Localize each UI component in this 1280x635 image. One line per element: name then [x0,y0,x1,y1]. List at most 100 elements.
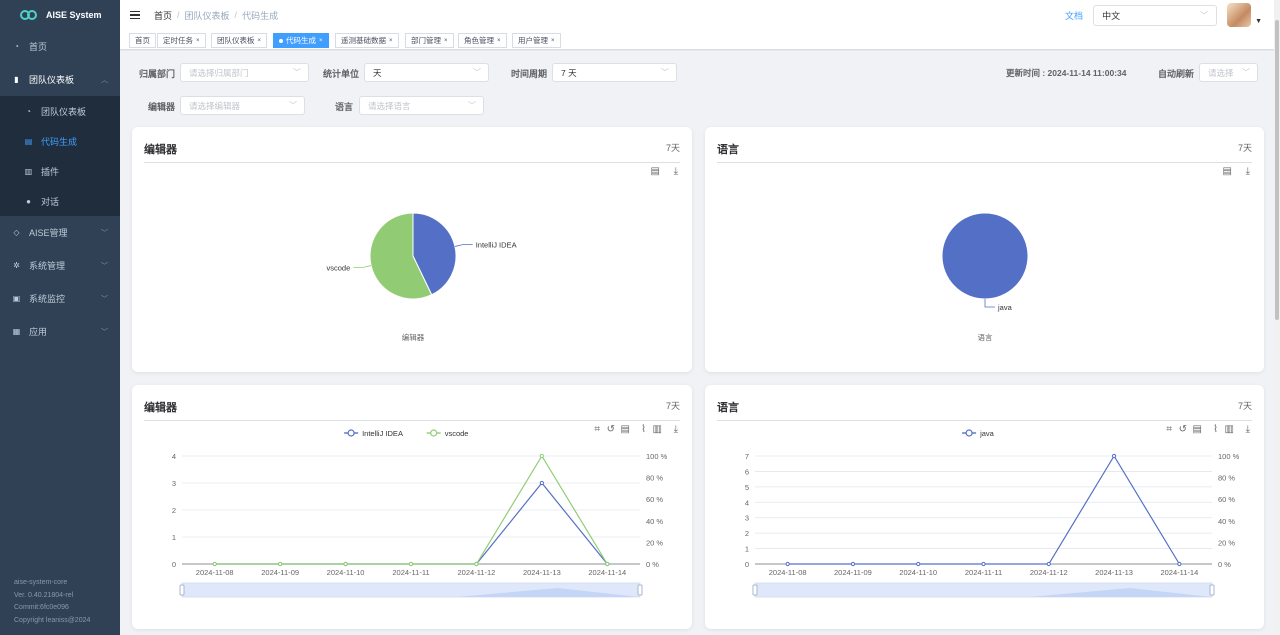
chevron-down-icon: ﹀ [1242,68,1250,77]
refresh-label: 自动刷新 [1158,69,1195,79]
tag-home[interactable]: 首页 [129,33,156,48]
sidebar-item-aise-mgmt[interactable]: ◇ AISE管理 ﹀ [0,216,120,249]
y-tick-label: 0 [745,560,749,569]
y-tick-label: 1 [172,533,176,542]
chevron-down-icon: ﹀ [289,101,297,110]
y2-tick-label: 60 % [646,495,663,504]
data-point [539,453,544,459]
data-point [1111,453,1117,459]
sidebar-item-system-monitor[interactable]: ▣ 系统监控 ﹀ [0,282,120,315]
page-scrollbar[interactable] [1274,0,1280,635]
y-tick-label: 2 [172,506,176,515]
refresh-select[interactable]: 请选择 ﹀ [1199,63,1258,82]
data-point [916,561,921,567]
dept-placeholder: 请选择归属部门 [189,67,249,78]
doc-link[interactable]: 文档 [1065,9,1083,22]
language-select[interactable]: 中文 ﹀ [1093,4,1218,26]
y2-tick-label: 100 % [1218,452,1240,461]
close-icon[interactable]: × [196,38,200,44]
tag-dept-mgmt[interactable]: 部门管理 × [405,33,454,48]
avatar[interactable] [1227,3,1252,27]
x-tick-label: 2024-11-12 [458,568,496,577]
unit-label: 统计单位 [323,69,360,79]
sidebar-item-team-dashboard[interactable]: ▮ 团队仪表板 ︿ [0,63,120,96]
tag-label: 定时任务 [163,36,193,45]
pie-label: vscode [327,263,351,272]
datazoom-handle-right [1209,584,1215,596]
version-info: aise-system-core Ver. 0.40.21804-rel Com… [14,577,90,627]
close-icon[interactable]: × [497,38,501,44]
pie-slice [941,212,1029,300]
legend-marker [965,429,973,437]
breadcrumb-item[interactable]: 团队仪表板 [185,9,230,22]
x-tick-label: 2024-11-10 [327,568,365,577]
editor-pie-chart: IntelliJ IDEA vscode 编辑器 [327,212,517,342]
x-tick-label: 2024-11-09 [834,568,872,577]
cube-icon: ◇ [13,228,20,237]
tag-label: 遥测基础数据 [341,36,386,45]
y-tick-label: 2 [745,529,749,538]
breadcrumb-separator: / [234,10,238,20]
legend-label: vscode [445,429,469,438]
breadcrumb-item[interactable]: 首页 [154,9,172,22]
hamburger-icon[interactable] [130,11,140,19]
chevron-down-icon: ﹀ [468,101,476,110]
close-icon[interactable]: × [319,38,323,44]
tag-user-mgmt[interactable]: 用户管理 × [512,33,561,48]
tag-code-gen[interactable]: 代码生成 × [273,33,329,48]
x-tick-label: 2024-11-14 [1160,568,1198,577]
unit-select[interactable]: 天 ﹀ [364,63,489,82]
sidebar-item-code-gen[interactable]: ▤ 代码生成 [0,126,120,156]
legend-marker [430,429,438,437]
editor-placeholder: 请选择编辑器 [189,100,241,111]
x-tick-label: 2024-11-10 [899,568,937,577]
sidebar-item-chat[interactable]: ● 对话 [0,186,120,216]
unit-value: 天 [373,67,382,78]
tag-scheduled-tasks[interactable]: 定时任务 × [157,33,206,48]
tag-label: 首页 [135,36,150,45]
sidebar-item-label: 代码生成 [41,136,78,147]
x-tick-label: 2024-11-11 [965,568,1002,577]
scrollbar-thumb[interactable] [1275,20,1279,320]
version-line: Ver. 0.40.21804-rel [14,591,74,599]
gear-icon: ✲ [13,261,20,270]
tag-telemetry[interactable]: 遥测基础数据 × [335,33,399,48]
pie-label-line [454,244,473,247]
close-icon[interactable]: × [444,38,448,44]
close-icon[interactable]: × [258,38,262,44]
sidebar-item-apps[interactable]: ▦ 应用 ﹀ [0,315,120,348]
y2-tick-label: 0 % [646,560,659,569]
y2-tick-label: 20 % [1218,538,1235,547]
navbar-right: 文档 中文 ﹀ ▼ [1065,0,1262,30]
sidebar-item-team-dashboard-sub[interactable]: ◔ 团队仪表板 [0,96,120,126]
sidebar-item-system-mgmt[interactable]: ✲ 系统管理 ﹀ [0,249,120,282]
lang-select[interactable]: 请选择语言 ﹀ [359,96,484,115]
legend-marker [347,429,355,437]
close-icon[interactable]: × [389,38,393,44]
sidebar-item-home[interactable]: ◔ 首页 [0,30,120,63]
editor-select[interactable]: 请选择编辑器 ﹀ [180,96,305,115]
y-tick-label: 1 [745,545,749,554]
data-point [850,561,856,567]
version-line: aise-system-core [14,579,68,587]
sidebar-item-plugin[interactable]: ▥ 插件 [0,156,120,186]
dept-label: 归属部门 [139,69,176,79]
language-line-card: 语言 7天 ⌗ ↺ ▤ ⌇ ▥ ⤓ 012345670 % 20 % 40 % 60 … [705,385,1264,629]
sidebar-item-label: 系统监控 [29,294,66,304]
tag-role-mgmt[interactable]: 角色管理 × [458,33,507,48]
editor-pie-card: 编辑器 7天 ▤ ⤓ IntelliJ IDEA vscode 编辑器 [132,127,692,372]
datazoom-handle-left [752,584,758,596]
y2-tick-label: 60 % [1218,495,1235,504]
data-point [605,561,610,567]
pie-label: java [997,303,1013,312]
close-icon[interactable]: × [551,38,555,44]
chevron-down-icon: ﹀ [101,328,108,336]
app-logo[interactable]: AISE System [0,0,120,30]
dept-select[interactable]: 请选择归属部门 ﹀ [180,63,309,82]
app-icon: ▦ [12,327,21,336]
period-select[interactable]: 7 天 ﹀ [552,63,677,82]
tag-team-dashboard[interactable]: 团队仪表板 × [211,33,268,48]
caret-down-icon[interactable]: ▼ [1255,18,1262,25]
tags-view: 首页 定时任务 × 团队仪表板 × 代码生成 × 遥测基础数据 × 部门管理 × 角色管理… [120,30,1280,50]
y-tick-label: 6 [745,467,749,476]
